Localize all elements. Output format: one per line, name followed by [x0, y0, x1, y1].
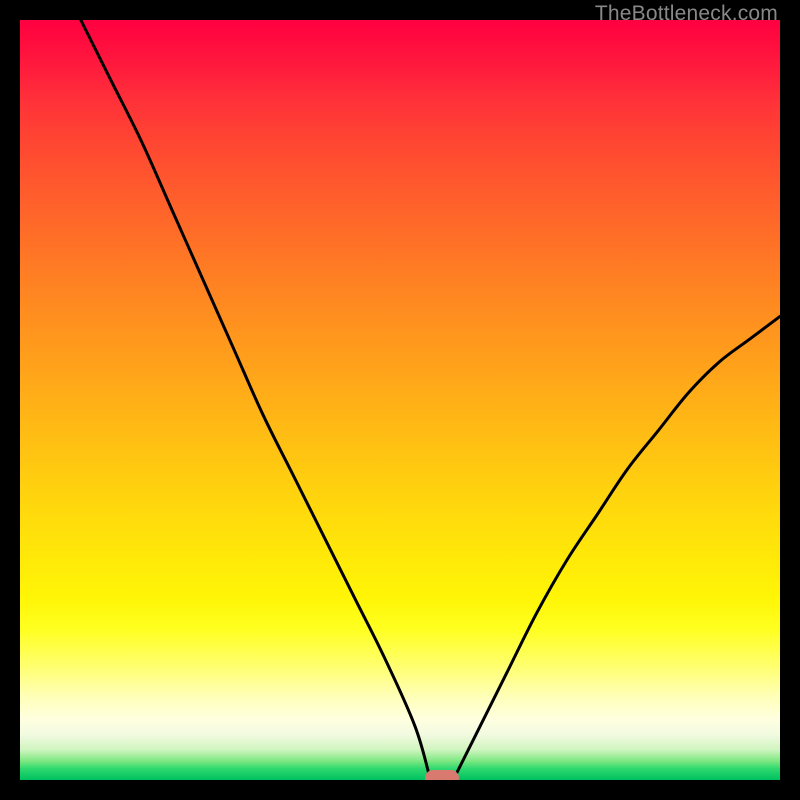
minimum-marker: [425, 770, 459, 780]
plot-area: [20, 20, 780, 780]
curve-right-branch: [453, 316, 780, 780]
curve-left-branch: [81, 20, 431, 780]
bottleneck-curve: [20, 20, 780, 780]
chart-frame: TheBottleneck.com: [0, 0, 800, 800]
